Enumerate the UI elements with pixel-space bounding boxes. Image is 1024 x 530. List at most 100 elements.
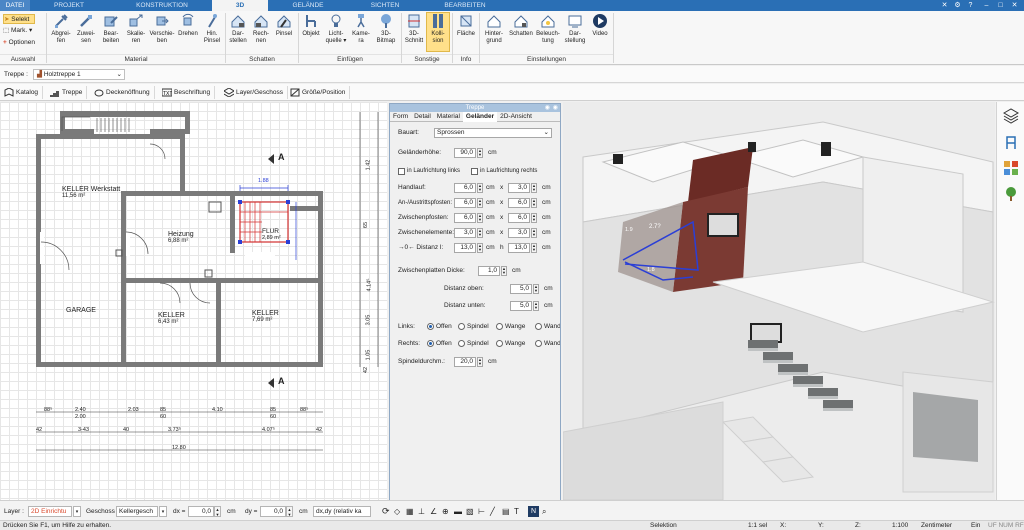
video-button[interactable]: Video <box>589 13 611 38</box>
distanz-b-input[interactable]: 13,0 <box>508 243 530 253</box>
zwischenplatten-input[interactable]: 1,0 <box>478 266 500 276</box>
spin-button[interactable]: ▲ ▼ <box>477 198 483 208</box>
zwischenelemente-b-input[interactable]: 3,0 <box>508 228 530 238</box>
3d-bitmap-button[interactable]: 3D- Bitmap <box>373 13 399 44</box>
spin-button[interactable]: ▲ ▼ <box>477 213 483 223</box>
tab-3d[interactable]: 3D <box>212 0 268 11</box>
schatten-rechnen-button[interactable]: Rech-nen <box>250 13 272 44</box>
north-icon[interactable]: N <box>528 506 539 517</box>
layers-stack-icon[interactable] <box>1003 108 1019 124</box>
links-offen-radio[interactable] <box>427 323 434 330</box>
kollision-button[interactable]: Kolli-sion <box>426 12 450 52</box>
tab-form[interactable]: Form <box>390 112 411 122</box>
close-icon[interactable]: ✕ <box>1010 1 1019 10</box>
hintergrund-button[interactable]: Hinter-grund <box>481 13 507 44</box>
deckenoeffnung-button[interactable]: Deckenöffnung <box>92 86 155 99</box>
einstellungen-schatten-button[interactable]: Schatten <box>508 13 534 38</box>
3d-view[interactable]: 2.7? 1.9 1.8 <box>563 102 995 500</box>
pin-icon[interactable]: ◉ <box>545 104 550 112</box>
tab-material[interactable]: Material <box>434 112 463 122</box>
links-wand-radio[interactable] <box>535 323 542 330</box>
tab-datei[interactable]: DATEI <box>0 0 30 11</box>
tab-konstruktion[interactable]: KONSTRUKTION <box>112 0 212 11</box>
zuweisen-button[interactable]: Zuwei-sen <box>74 13 98 44</box>
spin-button[interactable]: ▲ ▼ <box>286 506 293 517</box>
spin-button[interactable]: ▲ ▼ <box>531 213 537 223</box>
measure-icon[interactable]: ⊢ <box>478 506 485 517</box>
spin-button[interactable]: ▲ ▼ <box>533 284 539 294</box>
spin-button[interactable]: ▲ ▼ <box>501 266 507 276</box>
groesse-position-button[interactable]: Größe/Position <box>288 86 351 99</box>
tab-detail[interactable]: Detail <box>411 112 434 122</box>
beschriftung-button[interactable]: TXT Beschriftung <box>160 86 216 99</box>
layer-geschoss-button[interactable]: Layer/Geschoss <box>222 86 288 99</box>
rechts-wange-radio[interactable] <box>496 340 503 347</box>
snap-icon[interactable]: ◇ <box>394 506 400 517</box>
distanz-unten-input[interactable]: 5,0 <box>510 301 532 311</box>
distanz-a-input[interactable]: 13,0 <box>454 243 476 253</box>
tree-icon[interactable] <box>1003 186 1019 202</box>
layer-view-icon[interactable]: ▤ <box>502 506 510 517</box>
distanz-oben-input[interactable]: 5,0 <box>510 284 532 294</box>
wall-icon[interactable]: ▬ <box>454 506 462 517</box>
abgreifen-button[interactable]: Abgrei-fen <box>49 13 73 44</box>
beleuchtung-button[interactable]: Beleuch-tung <box>535 13 561 44</box>
spin-button[interactable]: ▲ ▼ <box>477 228 483 238</box>
pin-icon[interactable]: ✕ <box>940 1 949 10</box>
tab-sichten[interactable]: SICHTEN <box>350 0 420 11</box>
kamera-button[interactable]: Kame-ra <box>350 13 372 44</box>
tab-2d-ansicht[interactable]: 2D-Ansicht <box>497 112 535 122</box>
dx-input[interactable]: 0,0 <box>188 506 214 517</box>
pfosten-a-input[interactable]: 6,0 <box>454 198 476 208</box>
spin-button[interactable]: ▲ ▼ <box>531 228 537 238</box>
schatten-pinsel-button[interactable]: Pinsel <box>273 13 295 38</box>
material-palette-icon[interactable] <box>1003 160 1019 176</box>
line-icon[interactable]: ╱ <box>490 506 495 517</box>
spin-button[interactable]: ▲ ▼ <box>477 243 483 253</box>
optionen-button[interactable]: + Optionen <box>3 38 35 48</box>
schatten-darstellen-button[interactable]: Dar-stellen <box>227 13 249 44</box>
handlauf-a-input[interactable]: 6,0 <box>454 183 476 193</box>
chevron-down-icon[interactable]: ▾ <box>159 506 167 517</box>
hatch-icon[interactable]: ▧ <box>466 506 474 517</box>
selekt-button[interactable]: ➤ Selekt <box>3 14 35 24</box>
spin-button[interactable]: ▲ ▼ <box>477 148 483 158</box>
rechts-spindel-radio[interactable] <box>458 340 465 347</box>
spin-button[interactable]: ▲ ▼ <box>531 243 537 253</box>
spin-button[interactable]: ▲ ▼ <box>531 183 537 193</box>
hin-pinsel-button[interactable]: Hin. Pinsel <box>201 13 223 44</box>
spin-button[interactable]: ▲ ▼ <box>214 506 221 517</box>
grid-icon[interactable]: ▦ <box>406 506 414 517</box>
floor-plan-view[interactable]: KELLER Werkstatt 11,56 m² Heizung 6,88 m… <box>0 102 387 500</box>
katalog-button[interactable]: Katalog <box>2 86 44 99</box>
layer-dropdown[interactable]: 2D Einrichtu <box>28 506 72 517</box>
bauart-select[interactable]: Sprossen ⌄ <box>434 128 552 138</box>
handlauf-b-input[interactable]: 3,0 <box>508 183 530 193</box>
zwischenelemente-a-input[interactable]: 3,0 <box>454 228 476 238</box>
spindeldurchm-input[interactable]: 20,0 <box>454 357 476 367</box>
rechts-offen-radio[interactable] <box>427 340 434 347</box>
chevron-down-icon[interactable]: ▾ <box>73 506 81 517</box>
help-icon[interactable]: ? <box>966 1 975 10</box>
minimize-icon[interactable]: – <box>982 1 991 10</box>
geschoss-dropdown[interactable]: Kellergesch <box>116 506 158 517</box>
links-spindel-radio[interactable] <box>458 323 465 330</box>
chair-icon[interactable] <box>1003 134 1019 150</box>
links-wange-radio[interactable] <box>496 323 503 330</box>
pfosten-b-input[interactable]: 6,0 <box>508 198 530 208</box>
maximize-icon[interactable]: □ <box>996 1 1005 10</box>
rechts-wand-radio[interactable] <box>535 340 542 347</box>
objekt-button[interactable]: Objekt <box>300 13 322 38</box>
mark-button[interactable]: ⬚ Mark. ▾ <box>3 26 32 36</box>
zoom-icon[interactable]: ⌕ <box>542 506 546 517</box>
3d-schnitt-button[interactable]: 3D- Schnitt <box>403 13 425 44</box>
skalieren-button[interactable]: Skalie-ren <box>124 13 148 44</box>
darstellung-button[interactable]: Dar-stellung <box>562 13 588 44</box>
catch-icon[interactable]: ⊕ <box>442 506 449 517</box>
chk-laufrichtung-links[interactable] <box>398 168 405 175</box>
treppe-button[interactable]: Treppe <box>48 86 88 99</box>
text-icon[interactable]: T <box>514 506 519 517</box>
zwischenpfosten-a-input[interactable]: 6,0 <box>454 213 476 223</box>
coord-mode-dropdown[interactable]: dx,dy (relativ ka <box>313 506 371 517</box>
spin-button[interactable]: ▲ ▼ <box>533 301 539 311</box>
